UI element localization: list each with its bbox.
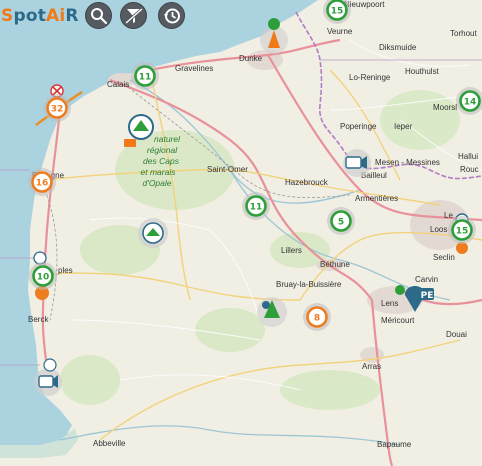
label-gravelines: Gravelines bbox=[175, 64, 213, 73]
label-lens: Lens bbox=[381, 299, 398, 308]
label-moorsl: Moorsl bbox=[433, 103, 457, 112]
label-abbeville: Abbeville bbox=[93, 439, 126, 448]
label-calais: Calais bbox=[107, 80, 129, 89]
cluster-count: 8 bbox=[314, 313, 320, 323]
label-douai: Douai bbox=[446, 330, 467, 339]
park-label-line: naturel bbox=[154, 134, 181, 144]
cluster-count: 10 bbox=[37, 272, 50, 282]
label-saint-omer: Saint-Omer bbox=[207, 165, 248, 174]
label-lillers: Lillers bbox=[281, 246, 302, 255]
map-canvas[interactable]: Nieuwpoort Veurne Diksmuide Torhout Hout… bbox=[0, 0, 482, 466]
label-ieper: Ieper bbox=[394, 122, 413, 131]
label-hallu: Hallui bbox=[458, 152, 478, 161]
top-bar: SpotAiR bbox=[0, 0, 482, 30]
label-torhout: Torhout bbox=[450, 29, 477, 38]
label-le: Le bbox=[444, 211, 453, 220]
cluster-count: 11 bbox=[139, 72, 152, 82]
webcam-marker[interactable] bbox=[343, 149, 371, 177]
label-bapaume: Bapaume bbox=[377, 440, 412, 449]
cluster-count: 11 bbox=[250, 202, 263, 212]
cluster-c32[interactable]: 32 bbox=[43, 94, 71, 122]
cluster-count: 14 bbox=[464, 97, 477, 107]
label-etaples: ples bbox=[58, 266, 73, 275]
cluster-count: 5 bbox=[338, 217, 344, 227]
search-icon bbox=[91, 8, 108, 25]
cluster-c11-calais[interactable]: 11 bbox=[131, 62, 159, 90]
pe-badge: PE bbox=[421, 291, 434, 301]
cluster-count: 32 bbox=[51, 104, 64, 114]
park-label-line: d'Opale bbox=[142, 178, 171, 188]
label-houthulst: Houthulst bbox=[405, 67, 440, 76]
label-berck: Berck bbox=[28, 315, 49, 324]
cluster-count: 15 bbox=[456, 226, 469, 236]
spotair-logo[interactable]: SpotAiR bbox=[1, 6, 79, 26]
label-bethune: Béthune bbox=[320, 260, 350, 269]
cluster-c15-lille[interactable]: 15 bbox=[448, 216, 476, 244]
label-hazebrouck: Hazebrouck bbox=[285, 178, 329, 187]
history-button[interactable] bbox=[158, 2, 185, 29]
search-button[interactable] bbox=[85, 2, 112, 29]
history-icon bbox=[164, 8, 180, 24]
park-label-line: des Caps bbox=[143, 156, 180, 166]
label-rouc: Rouc bbox=[460, 165, 479, 174]
label-diksmuide: Diksmuide bbox=[379, 43, 417, 52]
label-carvin: Carvin bbox=[415, 275, 438, 284]
cluster-c16[interactable]: 16 bbox=[28, 168, 56, 196]
park-label-line: régional bbox=[147, 145, 178, 155]
cluster-count: 16 bbox=[36, 178, 49, 188]
label-dunkerque: Dunke bbox=[239, 54, 263, 63]
cluster-c8[interactable]: 8 bbox=[303, 303, 331, 331]
park-label-line: et marais bbox=[141, 167, 177, 177]
cluster-c10[interactable]: 10 bbox=[29, 262, 57, 290]
filter-off-button[interactable] bbox=[120, 2, 147, 29]
filter-off-icon bbox=[125, 7, 143, 25]
bruay-marker[interactable] bbox=[257, 297, 287, 327]
label-lo-reninge: Lo-Reninge bbox=[349, 73, 391, 82]
label-armentieres: Armentières bbox=[355, 194, 398, 203]
cluster-c11-saintomer[interactable]: 11 bbox=[242, 192, 270, 220]
paraglider-marker[interactable] bbox=[138, 218, 168, 248]
label-poperinge: Poperinge bbox=[340, 122, 377, 131]
label-bruay: Bruay-la-Buissière bbox=[276, 280, 342, 289]
label-loos: Loos bbox=[430, 225, 447, 234]
label-mesen: Mesen - Messines bbox=[375, 158, 440, 167]
cluster-c5[interactable]: 5 bbox=[327, 207, 355, 235]
label-arras: Arras bbox=[362, 362, 381, 371]
label-mericourt: Méricourt bbox=[381, 316, 415, 325]
label-seclin: Seclin bbox=[433, 253, 455, 262]
